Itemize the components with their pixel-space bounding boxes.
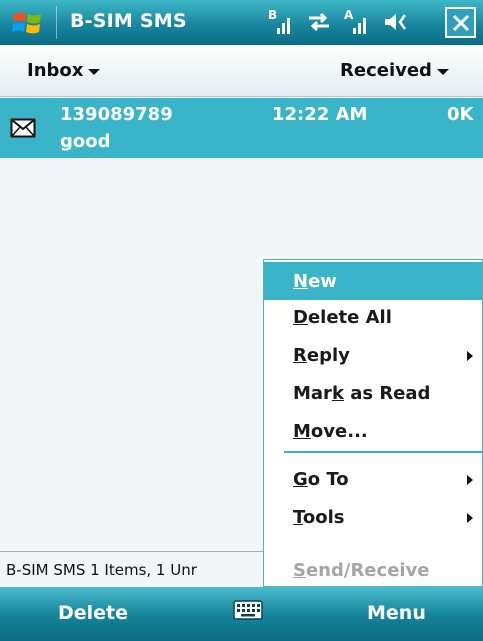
menu-item-label: Reply xyxy=(293,345,350,366)
chevron-down-icon xyxy=(436,69,449,75)
menu-item-label: Delete All xyxy=(293,307,392,328)
message-size: 0K xyxy=(447,104,474,125)
menu-item-reply[interactable]: Reply xyxy=(264,336,482,374)
menu-separator xyxy=(284,451,482,453)
signal-b-icon[interactable]: B xyxy=(268,8,294,36)
envelope-icon xyxy=(10,118,36,138)
context-menu: New Delete All Reply Mark as Read Move..… xyxy=(263,259,483,587)
signal-a-icon[interactable]: A xyxy=(344,8,370,36)
menu-item-label: Move... xyxy=(293,421,368,442)
message-sender: 139089789 xyxy=(60,104,173,125)
close-button[interactable] xyxy=(445,7,476,38)
folder-dropdown-label: Inbox xyxy=(27,60,84,81)
submenu-arrow-icon xyxy=(467,475,473,485)
svg-text:B: B xyxy=(268,8,277,22)
menu-item-label: Mark as Read xyxy=(293,383,431,404)
menu-item-label: Send/Receive xyxy=(293,560,430,581)
title-bar: B-SIM SMS B A xyxy=(0,0,483,45)
title-separator xyxy=(56,6,57,39)
message-row[interactable]: 139089789 12:22 AM 0K good xyxy=(0,98,483,158)
close-icon xyxy=(452,14,469,31)
app-title: B-SIM SMS xyxy=(70,10,187,32)
sort-dropdown-label: Received xyxy=(340,60,432,81)
submenu-arrow-icon xyxy=(467,351,473,361)
menu-item-label: New xyxy=(293,271,337,292)
speaker-icon[interactable] xyxy=(383,10,409,34)
menu-softkey[interactable]: Menu xyxy=(367,602,426,624)
softkey-bar: Delete Menu xyxy=(0,587,483,641)
menu-item-label: Go To xyxy=(293,469,349,490)
sort-dropdown[interactable]: Received xyxy=(340,60,449,81)
windows-start-icon xyxy=(12,12,41,33)
data-arrows-icon[interactable] xyxy=(307,11,331,33)
status-icons[interactable]: B A xyxy=(268,7,409,37)
menu-item-move[interactable]: Move... xyxy=(264,412,482,450)
svg-text:A: A xyxy=(344,8,354,22)
message-subject: good xyxy=(60,131,111,152)
submenu-arrow-icon xyxy=(467,513,473,523)
keyboard-icon[interactable] xyxy=(233,599,263,621)
menu-item-go-to[interactable]: Go To xyxy=(264,460,482,498)
start-button[interactable] xyxy=(0,0,56,45)
menu-item-new[interactable]: New xyxy=(264,262,482,300)
list-header: Inbox Received xyxy=(0,45,483,97)
status-text: B-SIM SMS 1 Items, 1 Unr xyxy=(6,561,197,579)
chevron-down-icon xyxy=(88,69,101,75)
menu-item-label: Tools xyxy=(293,507,345,528)
folder-dropdown[interactable]: Inbox xyxy=(27,60,101,81)
menu-item-tools[interactable]: Tools xyxy=(264,498,482,536)
menu-item-delete-all[interactable]: Delete All xyxy=(264,298,482,336)
menu-item-mark-as-read[interactable]: Mark as Read xyxy=(264,374,482,412)
message-time: 12:22 AM xyxy=(272,104,368,125)
delete-softkey[interactable]: Delete xyxy=(58,602,128,624)
menu-item-send-receive[interactable]: Send/Receive xyxy=(264,551,482,589)
